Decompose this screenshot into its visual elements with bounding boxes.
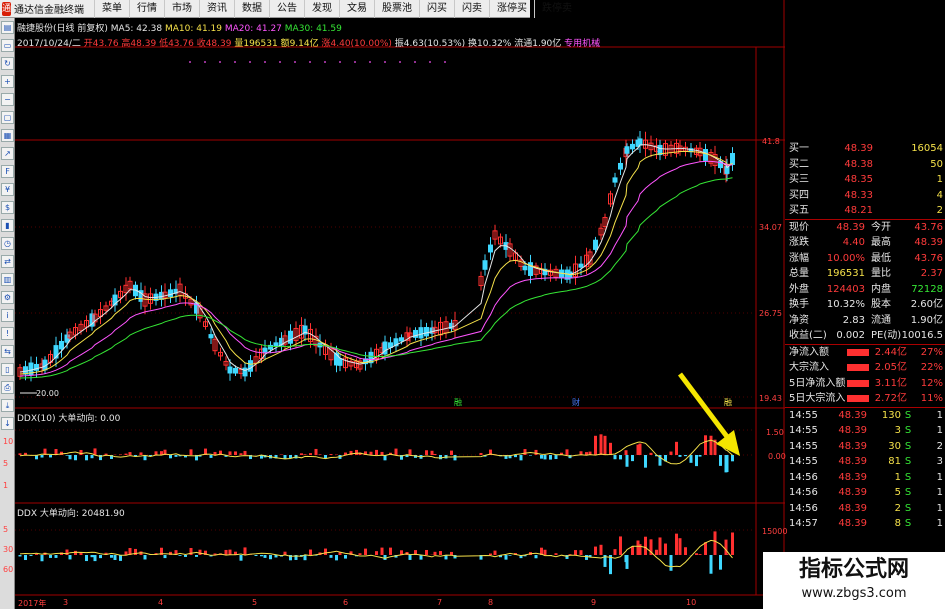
watermark-url: www.zbgs3.com — [801, 586, 907, 601]
annotation-arrow — [678, 372, 740, 456]
watermark-title: 指标公式网 — [798, 557, 909, 582]
stock-terminal-window: { "menubar": { "app_title": "通达信金融终端", "… — [0, 0, 945, 609]
watermark: 指标公式网 www.zbgs3.com — [763, 552, 945, 609]
